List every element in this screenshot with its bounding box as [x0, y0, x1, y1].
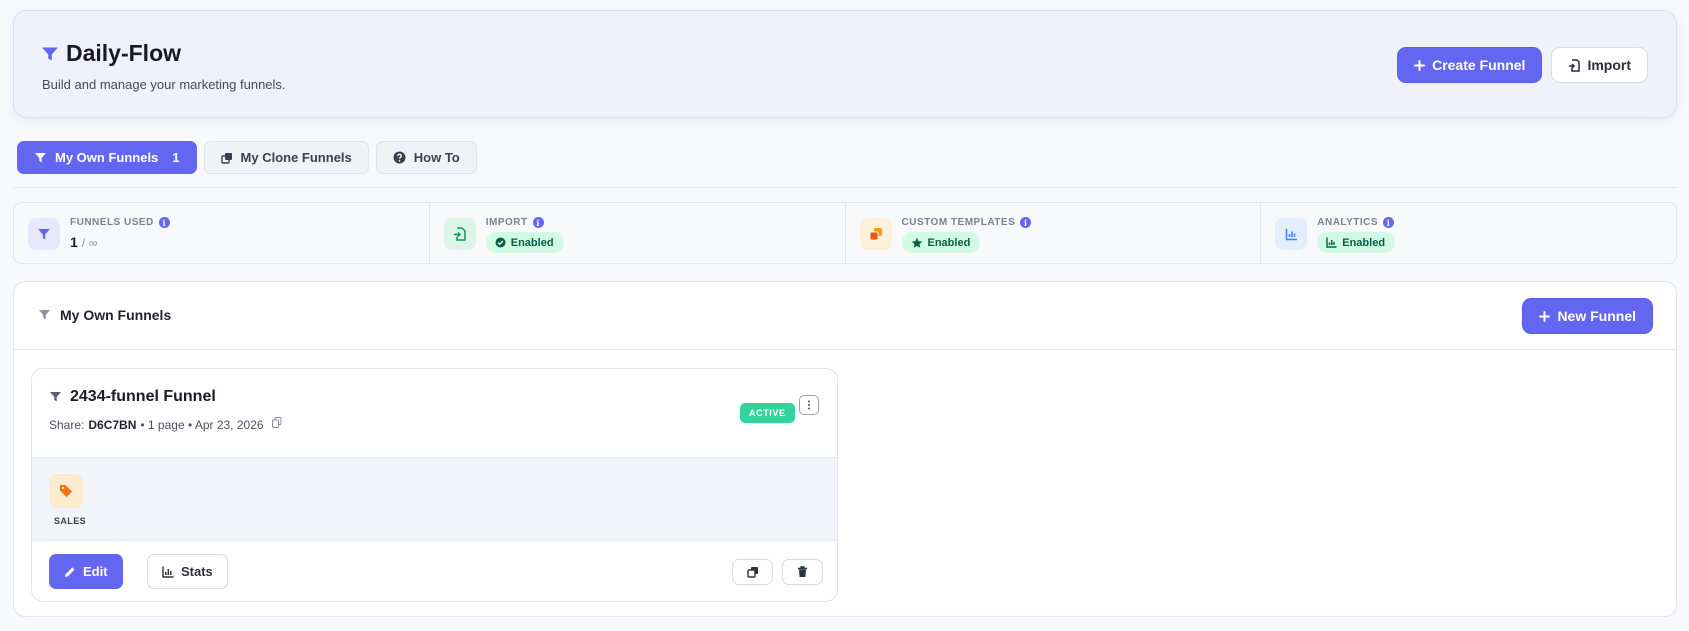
stat-label-text: CUSTOM TEMPLATES [901, 217, 1016, 228]
funnel-card: 2434-funnel Funnel Share: D6C7BN • 1 pag… [31, 368, 838, 602]
trash-icon [797, 566, 808, 578]
delete-button[interactable] [782, 559, 823, 585]
app-subtitle: Build and manage your marketing funnels. [42, 77, 286, 92]
question-circle-icon [393, 151, 406, 164]
pencil-icon [64, 566, 76, 578]
tab-label: My Clone Funnels [240, 150, 352, 165]
status-text: Enabled [510, 236, 554, 249]
funnel-card-footer: Edit Stats [32, 541, 837, 601]
app-title: Daily-Flow [66, 40, 182, 66]
more-options-icon[interactable] [799, 395, 819, 415]
status-badge: Enabled [485, 232, 564, 253]
panel-header: My Own Funnels New Funnel [14, 282, 1676, 350]
stat-label-text: ANALYTICS [1317, 217, 1379, 228]
stats-button[interactable]: Stats [147, 554, 228, 589]
info-icon[interactable]: i [1020, 217, 1032, 228]
panel-title: My Own Funnels [38, 307, 171, 323]
stat-label: IMPORT i [486, 217, 544, 228]
funnels-panel: My Own Funnels New Funnel 2434-funnel Fu… [13, 281, 1677, 617]
tab-count-badge: 1 [172, 150, 180, 165]
stats-label: Stats [181, 564, 213, 579]
funnel-tabs: My Own Funnels 1 My Clone Funnels How To [17, 141, 477, 174]
stat-label-text: FUNNELS USED [70, 217, 154, 228]
funnels-used-count: 1 [70, 234, 78, 250]
stat-analytics: ANALYTICS i Enabled [1261, 203, 1676, 263]
import-label: Import [1587, 57, 1631, 73]
edit-label: Edit [83, 564, 108, 579]
status-badge: Enabled [1317, 232, 1396, 253]
app-title-row: Daily-Flow [41, 40, 181, 67]
info-icon[interactable]: i [532, 217, 544, 228]
new-funnel-label: New Funnel [1557, 308, 1636, 324]
clone-icon [859, 218, 892, 250]
funnel-meta: Share: D6C7BN • 1 page • Apr 23, 2026 [49, 416, 282, 432]
edit-button[interactable]: Edit [49, 554, 123, 589]
tab-my-own-funnels[interactable]: My Own Funnels 1 [17, 141, 197, 174]
funnel-meta-text: • 1 page • Apr 23, 2026 [140, 418, 264, 432]
plus-icon [1414, 59, 1426, 71]
stat-label: FUNNELS USED i [70, 217, 170, 228]
check-circle-icon [495, 237, 506, 248]
tab-label: How To [413, 150, 460, 165]
star-icon [911, 237, 923, 249]
category-label: SALES [54, 516, 87, 526]
info-icon[interactable]: i [1383, 217, 1395, 228]
funnel-title: 2434-funnel Funnel [49, 388, 216, 406]
import-button[interactable]: Import [1551, 47, 1648, 83]
funnel-icon [34, 152, 47, 164]
status-text: Enabled [1342, 236, 1386, 249]
clone-icon [746, 566, 759, 578]
clone-icon [220, 152, 233, 164]
status-badge: ACTIVE [740, 403, 795, 423]
tab-label: My Own Funnels [55, 150, 159, 165]
funnel-icon [28, 218, 60, 250]
share-prefix: Share: [49, 418, 85, 432]
plus-icon [1539, 310, 1551, 322]
funnels-limit: ∞ [88, 236, 98, 250]
bar-chart-icon [1275, 218, 1308, 250]
info-icon[interactable]: i [158, 217, 170, 228]
stat-custom-templates: CUSTOM TEMPLATES i Enabled [846, 203, 1262, 263]
tag-icon [49, 474, 83, 508]
create-funnel-label: Create Funnel [1432, 57, 1526, 73]
app-header: Daily-Flow Build and manage your marketi… [13, 10, 1677, 118]
bar-chart-icon [1326, 237, 1337, 248]
stat-funnels-used: FUNNELS USED i 1 / ∞ [14, 203, 430, 263]
file-import-icon [443, 218, 476, 250]
panel-title-text: My Own Funnels [60, 307, 172, 323]
stat-label: CUSTOM TEMPLATES i [902, 217, 1032, 228]
stat-label-text: IMPORT [485, 217, 528, 228]
value-separator: / [81, 236, 86, 250]
status-badge: Enabled [901, 232, 981, 253]
copy-icon[interactable] [271, 416, 282, 428]
create-funnel-button[interactable]: Create Funnel [1397, 47, 1543, 83]
tabs-divider [13, 187, 1677, 188]
funnel-icon [49, 391, 62, 403]
stat-import: IMPORT i Enabled [430, 203, 846, 263]
feature-stats: FUNNELS USED i 1 / ∞ IMPORT i Enabled CU… [13, 202, 1677, 264]
stat-value: 1 / ∞ [70, 234, 97, 250]
tab-my-clone-funnels[interactable]: My Clone Funnels [203, 141, 369, 174]
header-actions: Create Funnel Import [1397, 47, 1648, 83]
share-code: D6C7BN [88, 418, 137, 432]
status-text: Enabled [927, 236, 971, 249]
bar-chart-icon [162, 566, 174, 578]
new-funnel-button[interactable]: New Funnel [1522, 298, 1653, 334]
tab-how-to[interactable]: How To [375, 141, 477, 174]
file-import-icon [1568, 58, 1581, 72]
stat-label: ANALYTICS i [1317, 217, 1395, 228]
funnel-icon [38, 309, 51, 321]
funnel-name: 2434-funnel Funnel [70, 388, 216, 405]
funnel-icon [41, 46, 59, 62]
duplicate-button[interactable] [732, 559, 773, 585]
funnel-card-body: SALES [32, 457, 837, 541]
